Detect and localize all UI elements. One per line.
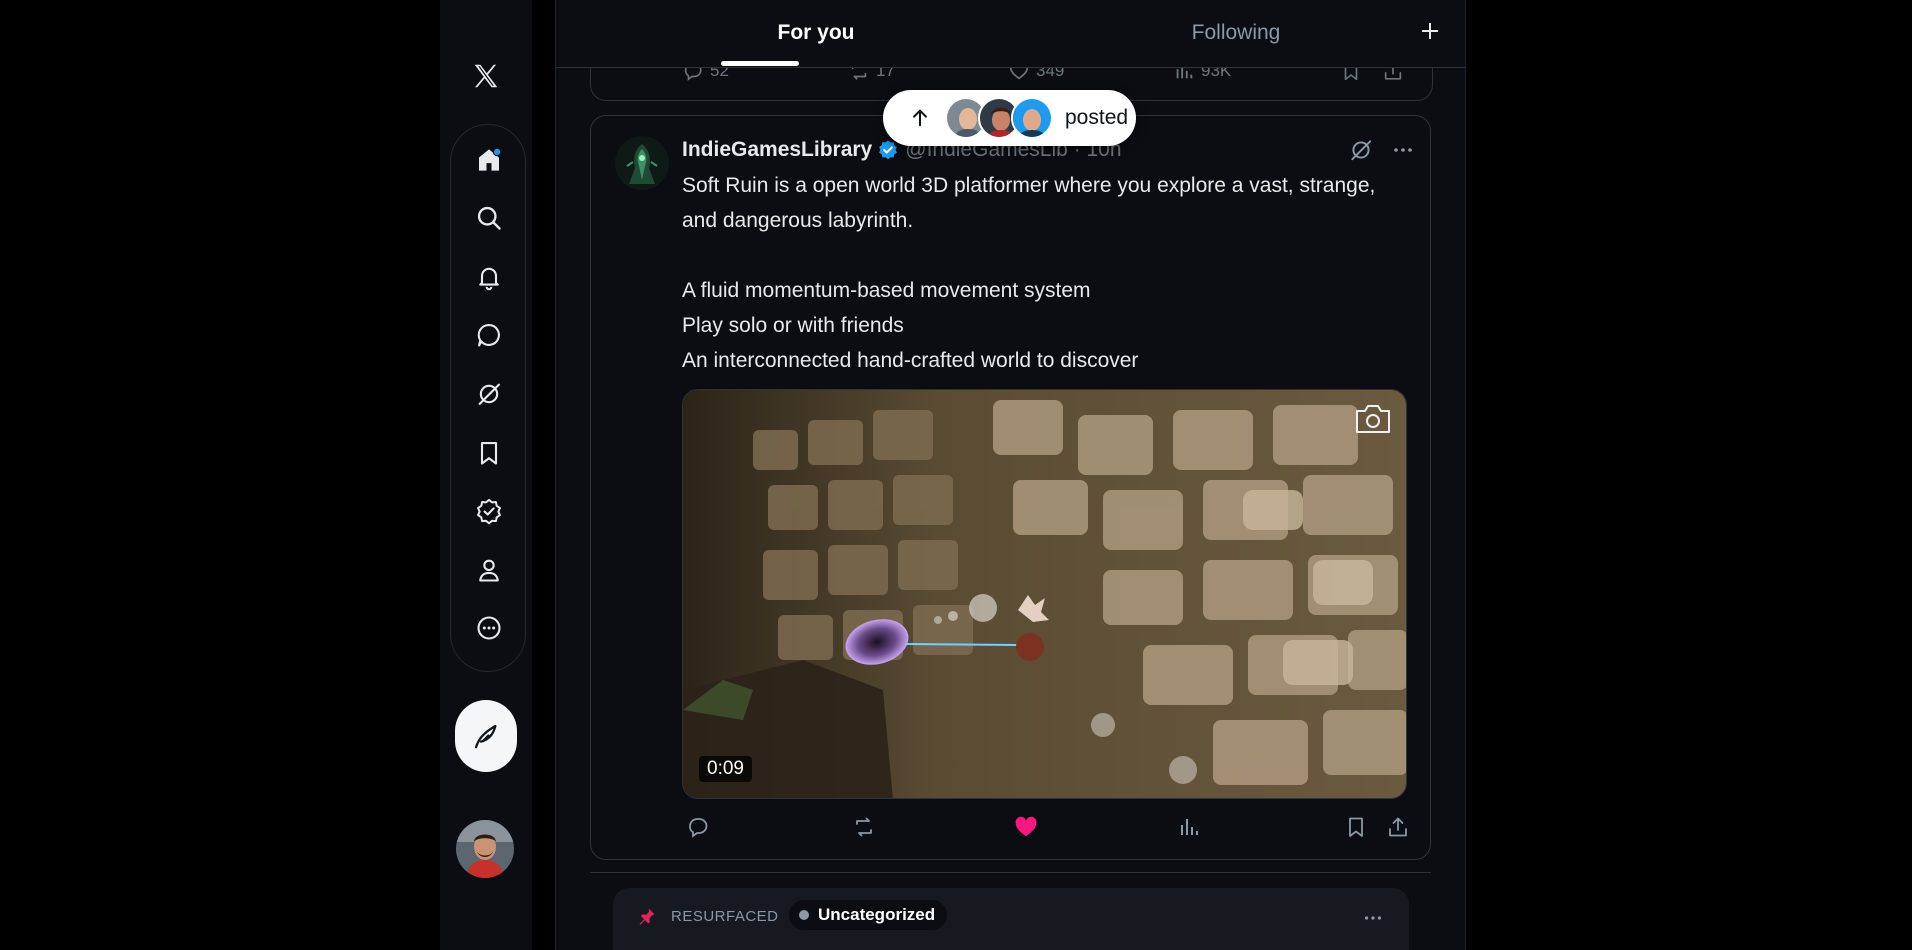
nav-item-home[interactable] xyxy=(472,143,506,177)
author-name[interactable]: IndieGamesLibrary xyxy=(682,138,872,162)
search-icon xyxy=(477,206,501,230)
post-text-line: A fluid momentum-based movement system xyxy=(682,279,1091,302)
ellipsis-icon xyxy=(1364,916,1382,920)
tab-for-you[interactable]: For you xyxy=(696,0,936,66)
verified-badge-icon xyxy=(477,498,501,525)
post-more-button[interactable] xyxy=(1387,136,1419,164)
post-text: Soft Ruin is a open world 3D platformer … xyxy=(682,168,1422,378)
author-avatar[interactable] xyxy=(615,136,669,190)
pin-icon xyxy=(637,906,657,926)
share-icon xyxy=(1389,817,1407,837)
views-icon xyxy=(1181,819,1198,835)
bookmark-icon xyxy=(1349,817,1363,837)
verified-icon xyxy=(879,140,898,160)
post-text-line: An interconnected hand-crafted world to … xyxy=(682,349,1139,372)
nav-item-notifications[interactable] xyxy=(472,260,506,294)
nav-item-profile[interactable] xyxy=(472,553,506,587)
category-label: Uncategorized xyxy=(818,905,936,924)
new-posts-label: posted xyxy=(1065,106,1129,129)
post-actions xyxy=(591,811,1432,843)
resurfaced-label: RESURFACED xyxy=(671,908,779,925)
post-text-line: Soft Ruin is a open world 3D platformer … xyxy=(682,174,1376,197)
x-logo-icon[interactable] xyxy=(464,54,508,98)
bookmark-icon xyxy=(480,442,498,465)
feather-icon xyxy=(474,724,497,749)
post-divider xyxy=(590,872,1431,873)
nav-item-explore[interactable] xyxy=(472,201,506,235)
new-posts-pill[interactable]: posted xyxy=(883,90,1136,146)
nav-menu xyxy=(450,124,526,672)
video-duration: 0:09 xyxy=(699,756,752,782)
post-card[interactable]: IndieGamesLibrary @IndieGamesLib · 10h S… xyxy=(590,115,1431,860)
reply-icon xyxy=(689,818,708,838)
repost-button[interactable] xyxy=(847,811,881,843)
grok-icon xyxy=(478,383,500,405)
like-button[interactable] xyxy=(1009,811,1043,843)
nav-item-premium[interactable] xyxy=(472,494,506,528)
compose-post-button[interactable] xyxy=(455,700,517,772)
nav-item-messages[interactable] xyxy=(472,318,506,352)
avatar xyxy=(1011,97,1053,139)
bell-icon xyxy=(479,267,499,291)
profile-icon xyxy=(479,559,499,582)
home-icon xyxy=(479,147,502,171)
new-posts-avatars xyxy=(945,95,1053,141)
resurfaced-bar: RESURFACED Uncategorized xyxy=(613,888,1409,950)
nav-item-more[interactable] xyxy=(472,611,506,645)
heart-filled-icon xyxy=(1015,816,1037,837)
grok-explain-button[interactable] xyxy=(1347,136,1375,164)
nav-item-grok[interactable] xyxy=(472,377,506,411)
repost-icon xyxy=(856,817,872,837)
nav-item-bookmarks[interactable] xyxy=(472,436,506,470)
add-tab-button[interactable] xyxy=(1413,14,1447,48)
reply-button[interactable] xyxy=(681,811,715,843)
category-chip[interactable]: Uncategorized xyxy=(789,900,948,930)
post-text-line: and dangerous labyrinth. xyxy=(682,209,914,232)
account-avatar[interactable] xyxy=(456,820,514,878)
bookmark-button[interactable] xyxy=(1339,811,1373,843)
left-sidebar xyxy=(440,0,532,950)
more-circle-icon xyxy=(477,616,501,640)
tab-following[interactable]: Following xyxy=(1116,0,1356,66)
post-video[interactable]: 0:09 xyxy=(682,389,1407,799)
post-text-line: Play solo or with friends xyxy=(682,314,904,337)
timeline-tabs: For you Following xyxy=(556,0,1465,68)
category-dot xyxy=(799,910,809,920)
resurfaced-more-button[interactable] xyxy=(1357,904,1389,932)
active-tab-indicator xyxy=(721,61,799,66)
share-button[interactable] xyxy=(1381,811,1415,843)
video-frame xyxy=(683,390,1406,798)
grok-icon xyxy=(1351,140,1372,161)
plus-icon xyxy=(1422,23,1438,39)
views-button[interactable] xyxy=(1172,811,1206,843)
arrow-up-icon xyxy=(907,105,933,131)
message-icon xyxy=(477,324,500,347)
camera-icon[interactable] xyxy=(1354,402,1392,436)
ellipsis-icon xyxy=(1394,148,1412,152)
